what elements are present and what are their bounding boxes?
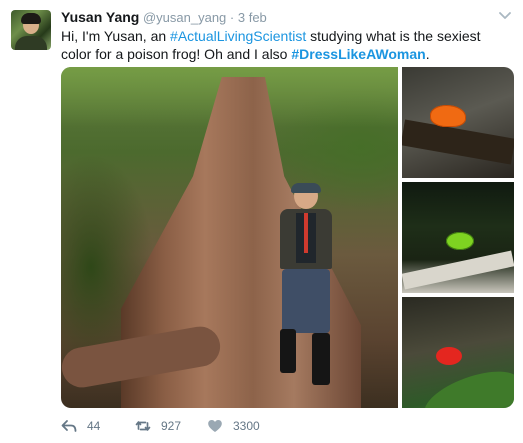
photo-stem	[402, 250, 514, 290]
heart-icon	[208, 420, 222, 432]
tweet-text-part: Hi, I'm Yusan, an	[61, 28, 171, 44]
avatar-shoulders	[15, 36, 47, 50]
main-photo-scientist-tree[interactable]	[61, 67, 398, 408]
photo-leaf	[418, 361, 514, 408]
person-legs	[282, 269, 330, 333]
tweet-timestamp[interactable]: 3 feb	[238, 10, 267, 25]
retweet-icon	[135, 421, 151, 431]
avatar[interactable]	[11, 10, 51, 50]
like-count: 3300	[233, 419, 260, 433]
retweet-count: 927	[161, 419, 182, 433]
tweet-text-part: .	[425, 46, 430, 62]
separator-dot: ·	[229, 10, 235, 25]
reply-button[interactable]: 44	[61, 417, 100, 435]
photo-frog-red	[436, 347, 462, 365]
chevron-down-icon[interactable]	[499, 10, 511, 20]
reply-icon	[61, 420, 77, 432]
media-grid	[61, 67, 514, 408]
person-headband	[291, 183, 321, 193]
hashtag-link[interactable]: #ActualLivingScientist	[170, 28, 306, 44]
reply-count: 44	[87, 419, 101, 433]
hashtag-link[interactable]: #DressLikeAWoman	[291, 46, 425, 62]
photo-green-frog[interactable]	[402, 182, 514, 293]
person-boot	[280, 329, 296, 373]
retweet-button[interactable]: 927	[135, 417, 181, 435]
avatar-hair	[21, 13, 41, 24]
photo-frog-green	[446, 232, 474, 250]
author-name[interactable]: Yusan Yang	[61, 9, 139, 25]
photo-person	[274, 183, 344, 393]
person-boot	[312, 333, 330, 385]
tweet-header: Yusan Yang @yusan_yang · 3 feb	[61, 9, 267, 25]
photo-orange-frog[interactable]	[402, 67, 514, 178]
tweet: Yusan Yang @yusan_yang · 3 feb Hi, I'm Y…	[0, 0, 523, 443]
author-handle[interactable]: @yusan_yang	[143, 10, 226, 25]
person-lanyard	[304, 213, 308, 253]
photo-red-frog[interactable]	[402, 297, 514, 408]
photo-frog-orange	[430, 105, 466, 127]
tweet-text: Hi, I'm Yusan, an #ActualLivingScientist…	[61, 27, 513, 63]
like-button[interactable]: 3300	[207, 417, 260, 435]
